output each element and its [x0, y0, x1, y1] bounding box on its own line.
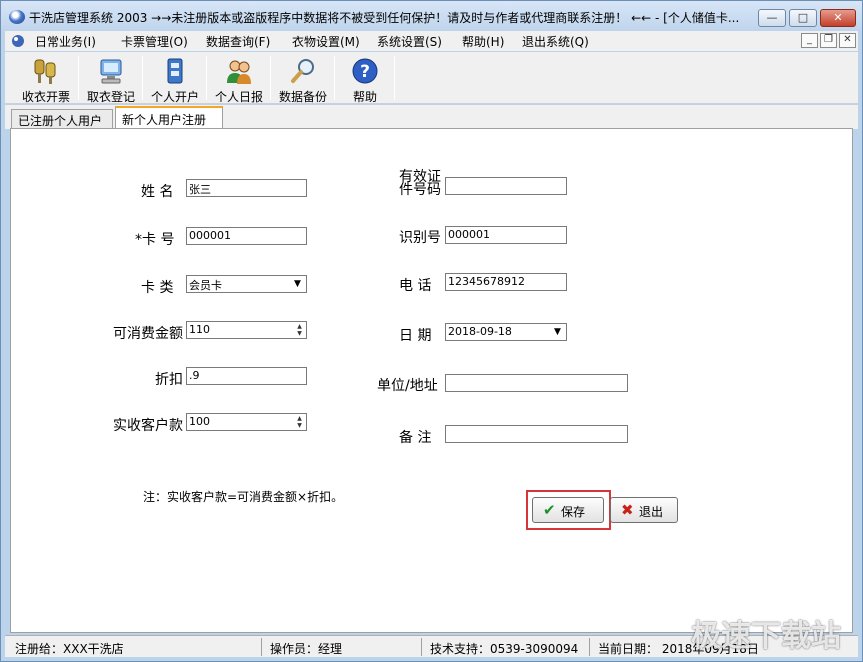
- spend-amount-value: 110: [189, 323, 210, 336]
- help-icon: ?: [352, 58, 378, 84]
- app-logo-icon: [9, 10, 25, 24]
- menu-exit-system[interactable]: 退出系统(Q): [522, 33, 589, 50]
- toolbar-separator: [206, 56, 207, 100]
- spin-arrows-icon[interactable]: ▲ ▼: [294, 415, 305, 429]
- close-button[interactable]: ✕: [820, 9, 856, 27]
- toolbar-label: 个人开户: [150, 90, 199, 104]
- discount-input[interactable]: .9: [186, 367, 307, 385]
- phone-label: 电 话: [399, 278, 432, 294]
- minimize-button[interactable]: —: [758, 9, 786, 27]
- discount-label: 折扣: [155, 372, 183, 388]
- window-title: 干洗店管理系统 2003 →→未注册版本或盗版程序中数据将不被受到任何保护！请及…: [29, 11, 740, 25]
- save-button-label: 保存: [561, 505, 586, 519]
- status-operator: 操作员：经理: [261, 638, 419, 656]
- toolbar-label: 取衣登记: [86, 90, 135, 104]
- spend-amount-label: 可消费金额: [113, 326, 183, 342]
- title-bar[interactable]: 干洗店管理系统 2003 →→未注册版本或盗版程序中数据将不被受到任何保护！请及…: [1, 1, 862, 31]
- identifier-label: 识别号: [399, 230, 441, 246]
- spend-amount-stepper[interactable]: 110 ▲ ▼: [186, 321, 307, 339]
- toolbar-separator: [394, 56, 395, 100]
- toolbar-label: 收衣开票: [21, 90, 70, 104]
- cross-icon: ✖: [621, 501, 634, 519]
- status-registered-to: 注册给：XXX干洗店: [15, 642, 124, 656]
- received-amount-label: 实收客户款: [113, 418, 183, 434]
- card-type-label: 卡 类: [141, 280, 174, 296]
- toolbar-label: 个人日报: [214, 90, 263, 104]
- received-amount-stepper[interactable]: 100 ▲ ▼: [186, 413, 307, 431]
- app-window: 干洗店管理系统 2003 →→未注册版本或盗版程序中数据将不被受到任何保护！请及…: [0, 0, 863, 662]
- received-amount-value: 100: [189, 415, 210, 428]
- toolbar-receive-clothes-button[interactable]: 收衣开票: [15, 53, 77, 104]
- name-input[interactable]: 张三: [186, 179, 307, 197]
- mdi-minimize-button[interactable]: _: [801, 33, 818, 48]
- date-picker[interactable]: 2018-09-18 ▼: [445, 323, 567, 341]
- menu-system-settings[interactable]: 系统设置(S): [377, 33, 442, 50]
- toolbar-backup-button[interactable]: 数据备份: [273, 53, 333, 104]
- chevron-down-icon[interactable]: ▼: [290, 277, 305, 291]
- id-number-input[interactable]: [445, 177, 567, 195]
- card-type-select[interactable]: 会员卡 ▼: [186, 275, 307, 293]
- site-watermark: 极速下载站: [691, 619, 841, 654]
- toolbar-label: 数据备份: [278, 90, 327, 104]
- app-menu-icon[interactable]: [11, 34, 25, 48]
- card-number-label: *卡 号: [135, 232, 175, 248]
- mdi-close-button[interactable]: ✕: [839, 33, 856, 48]
- keys-icon: [34, 59, 56, 84]
- spin-arrows-icon[interactable]: ▲ ▼: [294, 323, 305, 337]
- menu-help[interactable]: 帮助(H): [462, 33, 504, 50]
- toolbar-help-button[interactable]: ? 帮助: [337, 53, 393, 104]
- mdi-restore-button[interactable]: ❐: [820, 33, 837, 48]
- toolbar-separator: [334, 56, 335, 100]
- toolbar-separator: [270, 56, 271, 100]
- toolbar-separator: [78, 56, 79, 100]
- spin-down-icon[interactable]: ▼: [294, 330, 305, 337]
- toolbar-pickup-button[interactable]: 取衣登记: [81, 53, 141, 104]
- users-icon: [227, 60, 251, 84]
- name-label: 姓 名: [141, 184, 174, 200]
- card-type-value: 会员卡: [189, 279, 222, 292]
- spin-down-icon[interactable]: ▼: [294, 422, 305, 429]
- cabinet-icon: [167, 58, 183, 84]
- menu-bar: 日常业务(I) 卡票管理(O) 数据查询(F) 衣物设置(M) 系统设置(S) …: [5, 31, 858, 51]
- exit-button[interactable]: ✖ 退出: [610, 497, 678, 523]
- date-value: 2018-09-18: [448, 325, 512, 338]
- id-number-label-line2: 件号码: [399, 182, 441, 198]
- company-address-input[interactable]: [445, 374, 628, 392]
- menu-card-management[interactable]: 卡票管理(O): [121, 33, 188, 50]
- menu-data-query[interactable]: 数据查询(F): [206, 33, 270, 50]
- svg-text:?: ?: [360, 62, 370, 82]
- save-button[interactable]: ✔ 保存: [532, 497, 604, 523]
- date-label: 日 期: [399, 328, 432, 344]
- identifier-input[interactable]: 000001: [445, 226, 567, 244]
- checkmark-icon: ✔: [543, 501, 556, 519]
- status-tech-support: 技术支持：0539-3090094: [421, 638, 587, 656]
- company-address-label: 单位/地址: [377, 378, 438, 394]
- registration-form: 姓 名 张三 *卡 号 000001 卡 类 会员卡 ▼ 可消费金额 110 ▲…: [10, 128, 853, 633]
- phone-input[interactable]: 12345678912: [445, 273, 567, 291]
- toolbar-daily-report-button[interactable]: 个人日报: [209, 53, 269, 104]
- toolbar-label: 帮助: [352, 90, 377, 104]
- exit-button-label: 退出: [639, 505, 664, 519]
- spin-up-icon[interactable]: ▲: [294, 323, 305, 330]
- id-number-label: 有效证 件号码: [399, 170, 441, 198]
- menu-daily-business[interactable]: 日常业务(I): [35, 33, 96, 50]
- formula-note: 注：实收客户款=可消费金额×折扣。: [143, 490, 344, 504]
- card-number-input[interactable]: 000001: [186, 227, 307, 245]
- chevron-down-icon[interactable]: ▼: [550, 325, 565, 339]
- tab-registered-users[interactable]: 已注册个人用户: [11, 109, 113, 129]
- remark-label: 备 注: [399, 430, 432, 446]
- computer-icon: [100, 59, 122, 84]
- maximize-button[interactable]: □: [789, 9, 817, 27]
- tab-strip: 已注册个人用户 新个人用户注册: [5, 105, 858, 129]
- toolbar-open-account-button[interactable]: 个人开户: [145, 53, 205, 104]
- magnifier-icon: [291, 59, 314, 83]
- remark-input[interactable]: [445, 425, 628, 443]
- menu-clothes-settings[interactable]: 衣物设置(M): [292, 33, 360, 50]
- toolbar-separator: [142, 56, 143, 100]
- tab-new-user-registration[interactable]: 新个人用户注册: [115, 106, 223, 129]
- spin-up-icon[interactable]: ▲: [294, 415, 305, 422]
- toolbar: 收衣开票 取衣登记 个人开户 个人日报 数据备份 ? 帮助: [5, 52, 858, 104]
